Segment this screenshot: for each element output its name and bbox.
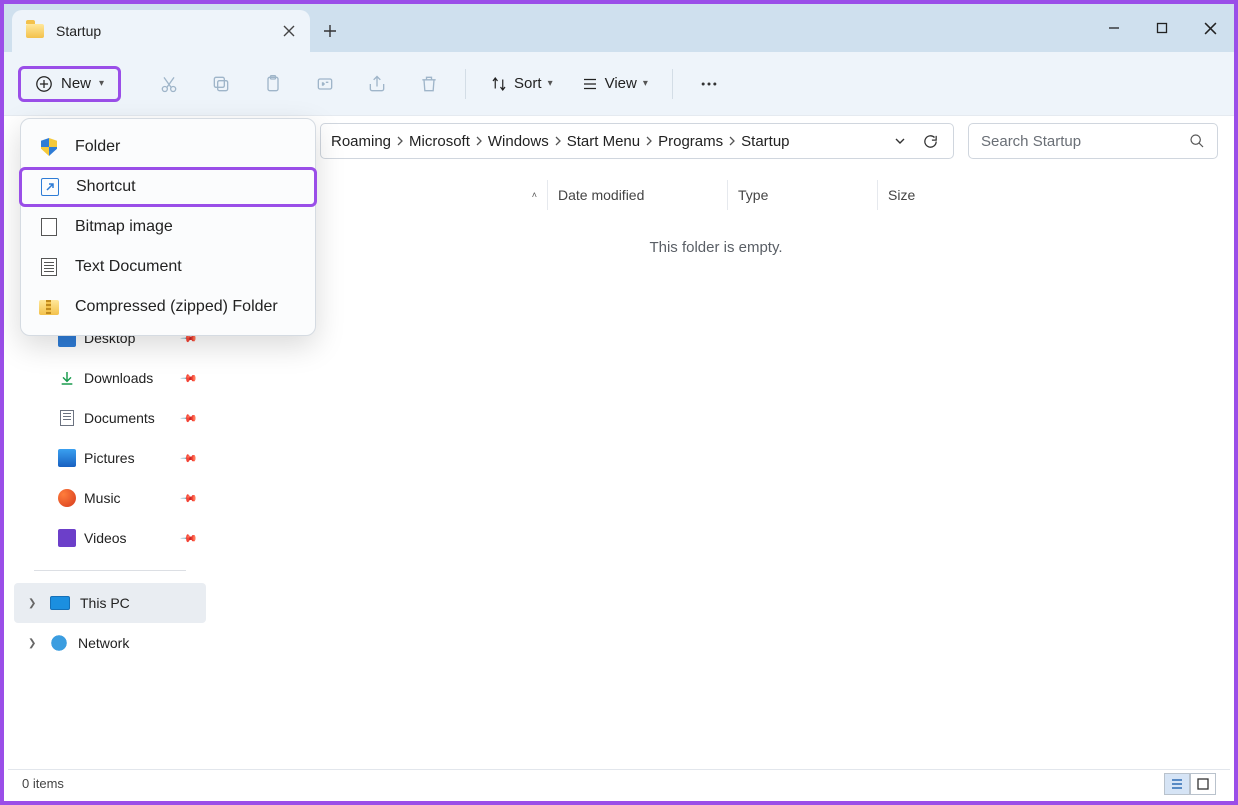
breadcrumb-item[interactable]: Start Menu <box>567 133 640 150</box>
network-icon <box>50 634 68 652</box>
cut-button[interactable] <box>147 64 191 104</box>
new-button[interactable]: New ▾ <box>18 66 121 102</box>
share-button[interactable] <box>355 64 399 104</box>
new-button-label: New <box>61 75 91 92</box>
menu-item-bitmap[interactable]: Bitmap image <box>21 207 315 247</box>
menu-item-text-document[interactable]: Text Document <box>21 247 315 287</box>
search-icon[interactable] <box>1189 133 1205 149</box>
title-bar: Startup <box>4 4 1234 52</box>
details-view-button[interactable] <box>1164 773 1190 795</box>
maximize-button[interactable] <box>1138 4 1186 52</box>
nav-item-videos[interactable]: Videos 📌 <box>14 518 206 558</box>
thumbnails-view-button[interactable] <box>1190 773 1216 795</box>
folder-icon <box>26 24 44 38</box>
breadcrumb-dropdown-button[interactable] <box>894 135 906 147</box>
window-controls <box>1090 4 1234 52</box>
pin-icon: 📌 <box>180 489 199 508</box>
nav-item-downloads[interactable]: Downloads 📌 <box>14 358 206 398</box>
pin-icon: 📌 <box>180 449 199 468</box>
separator <box>465 69 466 99</box>
zip-folder-icon <box>39 300 59 315</box>
close-window-button[interactable] <box>1186 4 1234 52</box>
search-box[interactable] <box>968 123 1218 159</box>
chevron-down-icon: ▾ <box>643 78 648 89</box>
column-size[interactable]: Size <box>878 180 988 210</box>
chevron-right-icon <box>474 136 484 146</box>
breadcrumb-item[interactable]: Roaming <box>331 133 391 150</box>
pictures-icon <box>58 449 76 467</box>
menu-item-compressed-folder[interactable]: Compressed (zipped) Folder <box>21 287 315 327</box>
bitmap-icon <box>41 218 57 236</box>
search-input[interactable] <box>981 133 1189 150</box>
window-tab-startup[interactable]: Startup <box>12 10 310 52</box>
new-tab-button[interactable] <box>310 10 350 52</box>
breadcrumb[interactable]: Roaming Microsoft Windows Start Menu Pro… <box>320 123 954 159</box>
paste-button[interactable] <box>251 64 295 104</box>
chevron-down-icon: ▾ <box>548 78 553 89</box>
command-bar: New ▾ Sort ▾ View ▾ <box>4 52 1234 116</box>
column-type[interactable]: Type <box>728 180 878 210</box>
pin-icon: 📌 <box>180 369 199 388</box>
breadcrumb-item[interactable]: Startup <box>741 133 789 150</box>
breadcrumb-item[interactable]: Programs <box>658 133 723 150</box>
menu-item-shortcut[interactable]: Shortcut <box>19 167 317 207</box>
sort-asc-icon: ˄ <box>532 190 537 200</box>
nav-item-music[interactable]: Music 📌 <box>14 478 206 518</box>
column-headers: Name ˄ Date modified Type Size <box>218 180 1214 210</box>
videos-icon <box>58 529 76 547</box>
shortcut-icon <box>41 178 59 196</box>
text-document-icon <box>41 258 57 276</box>
rename-button[interactable] <box>303 64 347 104</box>
shield-icon <box>41 138 57 156</box>
close-tab-button[interactable] <box>282 24 296 38</box>
download-icon <box>58 369 76 387</box>
copy-button[interactable] <box>199 64 243 104</box>
column-date-modified[interactable]: Date modified <box>548 180 728 210</box>
pin-icon: 📌 <box>180 529 199 548</box>
music-icon <box>58 489 76 507</box>
document-icon <box>60 410 74 426</box>
delete-button[interactable] <box>407 64 451 104</box>
pc-icon <box>50 596 70 610</box>
sort-label: Sort <box>514 75 542 92</box>
nav-item-documents[interactable]: Documents 📌 <box>14 398 206 438</box>
view-button[interactable]: View ▾ <box>571 64 658 104</box>
menu-item-folder[interactable]: Folder <box>21 127 315 167</box>
refresh-button[interactable] <box>922 133 939 150</box>
sort-button[interactable]: Sort ▾ <box>480 64 563 104</box>
navigation-pane: Desktop 📌 Downloads 📌 Documents 📌 Pictur… <box>8 310 212 671</box>
minimize-button[interactable] <box>1090 4 1138 52</box>
chevron-right-icon <box>553 136 563 146</box>
empty-folder-message: This folder is empty. <box>218 239 1214 256</box>
view-label: View <box>605 75 637 92</box>
view-mode-switcher <box>1164 773 1216 795</box>
nav-item-this-pc[interactable]: ❯ This PC <box>14 583 206 623</box>
nav-item-pictures[interactable]: Pictures 📌 <box>14 438 206 478</box>
chevron-right-icon[interactable]: ❯ <box>28 598 40 609</box>
breadcrumb-item[interactable]: Windows <box>488 133 549 150</box>
nav-item-network[interactable]: ❯ Network <box>14 623 206 663</box>
status-bar: 0 items <box>8 769 1230 797</box>
more-button[interactable] <box>687 64 731 104</box>
chevron-down-icon: ▾ <box>99 78 104 89</box>
chevron-right-icon <box>727 136 737 146</box>
chevron-right-icon <box>395 136 405 146</box>
tab-title: Startup <box>56 23 270 39</box>
chevron-right-icon[interactable]: ❯ <box>28 638 40 649</box>
new-menu: Folder Shortcut Bitmap image Text Docume… <box>20 118 316 336</box>
pin-icon: 📌 <box>180 409 199 428</box>
chevron-right-icon <box>644 136 654 146</box>
item-count: 0 items <box>22 776 64 791</box>
separator <box>672 69 673 99</box>
breadcrumb-item[interactable]: Microsoft <box>409 133 470 150</box>
